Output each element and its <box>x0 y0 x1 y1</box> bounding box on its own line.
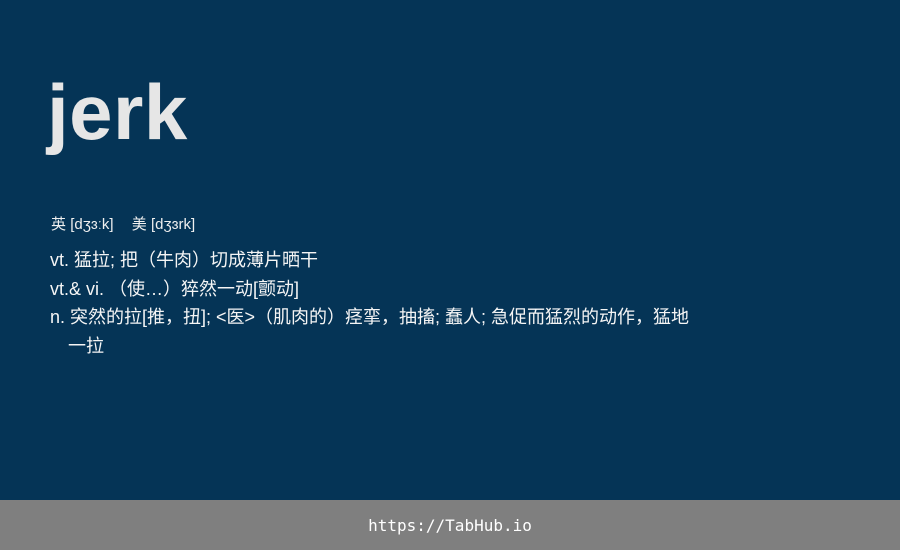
definition-item: n. 突然的拉[推，扭]; <医>（肌肉的）痉挛，抽搐; 蠢人; 急促而猛烈的动作… <box>50 303 700 360</box>
part-of-speech: n. <box>50 307 66 327</box>
phonetic-uk: 英 [dʒɜːk] <box>51 216 118 233</box>
definition-text: （使…）猝然一动[颤动] <box>109 278 300 299</box>
definition-item: vt.& vi. （使…）猝然一动[颤动] <box>50 275 700 304</box>
headword: jerk <box>47 68 188 156</box>
definition-text: 突然的拉[推，扭]; <医>（肌肉的）痉挛，抽搐; 蠢人; 急促而猛烈的动作，猛… <box>68 307 690 356</box>
definition-item: vt. 猛拉; 把（牛肉）切成薄片晒干 <box>50 246 700 275</box>
phonetic-us: 美 [dʒɜrk] <box>132 216 195 233</box>
tabhub-link[interactable]: https://TabHub.io <box>368 516 532 535</box>
definition-list: vt. 猛拉; 把（牛肉）切成薄片晒干 vt.& vi. （使…）猝然一动[颤动] … <box>50 246 700 360</box>
part-of-speech: vt. <box>50 250 70 270</box>
footer-bar: https://TabHub.io <box>0 500 900 550</box>
phonetics: 英 [dʒɜːk] 美 [dʒɜrk] <box>51 213 195 234</box>
definition-text: 猛拉; 把（牛肉）切成薄片晒干 <box>74 250 319 270</box>
phonetic-region-label: 英 <box>51 216 67 233</box>
part-of-speech: vt.& vi. <box>50 278 105 299</box>
flashcard: jerk 英 [dʒɜːk] 美 [dʒɜrk] vt. 猛拉; 把（牛肉）切成薄… <box>0 0 900 550</box>
phonetic-ipa: [dʒɜːk] <box>70 216 114 233</box>
phonetic-region-label: 美 <box>131 216 147 233</box>
phonetic-ipa: [dʒɜrk] <box>150 216 196 233</box>
